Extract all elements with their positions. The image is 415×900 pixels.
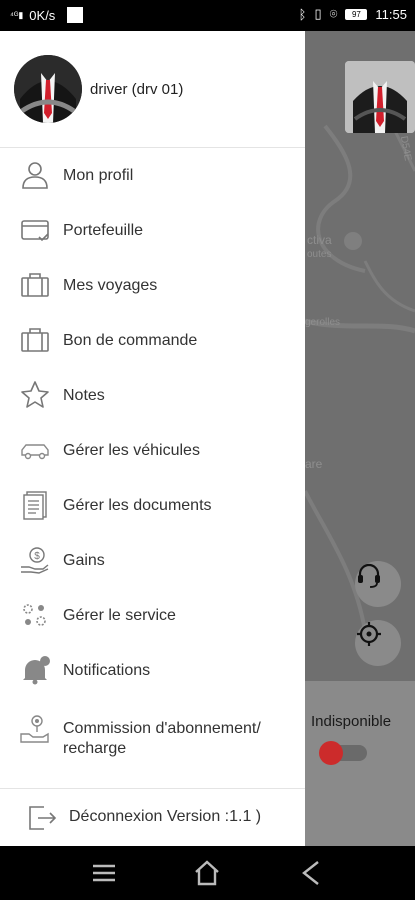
vibrate-icon: ▯ xyxy=(314,6,322,21)
menu-label: Gains xyxy=(63,552,105,569)
system-nav-bar xyxy=(0,846,415,900)
availability-label: Indisponible xyxy=(311,713,392,730)
menu-item-commission-abonnement[interactable]: Commission d'abonnement/ recharge xyxy=(0,698,305,762)
map-label: gerolles xyxy=(305,317,341,328)
service-icon xyxy=(23,604,46,626)
availability-toggle-knob[interactable] xyxy=(319,741,343,765)
svg-text:$: $ xyxy=(34,551,40,562)
menu-label: Notifications xyxy=(63,662,151,679)
location-icon: ⌾ xyxy=(329,6,338,21)
subscription-icon xyxy=(20,715,49,743)
avatar[interactable] xyxy=(14,55,82,123)
menu-label: Gérer le service xyxy=(63,607,176,624)
star-icon xyxy=(21,381,49,408)
home-icon[interactable] xyxy=(192,858,222,888)
menu-label: Commission d'abonnement/ recharge xyxy=(63,720,261,757)
menu-label: Mes voyages xyxy=(63,277,158,294)
battery-icon: 97 xyxy=(345,8,368,20)
status-bar: ⁴ᴳ▮ 0K/s ᛒ ▯ ⌾ 97 11:55 xyxy=(0,0,415,31)
menu-icon[interactable] xyxy=(89,858,119,888)
user-icon xyxy=(22,162,48,189)
battery-level: 97 xyxy=(351,9,361,19)
wallet-icon xyxy=(21,220,49,242)
logout-label: Déconnexion Version :1.1 ) xyxy=(69,808,262,825)
recenter-button[interactable] xyxy=(355,620,401,666)
map-label: ctiva xyxy=(307,233,332,247)
briefcase-icon xyxy=(21,273,49,297)
map-label: outes xyxy=(307,249,332,260)
logout-button[interactable]: Déconnexion Version :1.1 ) xyxy=(0,788,305,846)
menu-item-notes[interactable]: Notes xyxy=(0,368,305,423)
earnings-icon: $ xyxy=(21,547,49,574)
network-speed: 0K/s xyxy=(29,7,56,23)
car-icon xyxy=(21,444,49,460)
bell-icon xyxy=(23,656,50,685)
menu-label: Mon profil xyxy=(63,167,134,184)
navigation-drawer: driver (drv 01) Mon profil Portefeuille … xyxy=(0,31,305,846)
notification-icon xyxy=(67,7,84,23)
menu-item-gains[interactable]: $ Gains xyxy=(0,533,305,588)
menu-label: Bon de commande xyxy=(63,332,198,349)
availability-panel: Indisponible xyxy=(305,681,415,846)
menu-item-notifications[interactable]: Notifications xyxy=(0,643,305,698)
menu-label: Gérer les documents xyxy=(63,497,212,514)
map-view[interactable]: ctiva outes gerolles D54E are xyxy=(305,31,415,681)
bluetooth-icon: ᛒ xyxy=(298,6,307,22)
clock: 11:55 xyxy=(375,6,407,22)
menu-item-mon-profil[interactable]: Mon profil xyxy=(0,148,305,203)
menu-label: Portefeuille xyxy=(63,222,144,239)
support-button[interactable] xyxy=(355,561,401,607)
menu-item-mes-voyages[interactable]: Mes voyages xyxy=(0,258,305,313)
documents-icon xyxy=(23,491,47,520)
menu-label: Notes xyxy=(63,387,105,404)
headset-icon xyxy=(358,563,380,588)
drawer-header: driver (drv 01) xyxy=(0,31,305,148)
logout-icon xyxy=(29,806,57,830)
menu-label: Gérer les véhicules xyxy=(63,442,200,459)
back-icon[interactable] xyxy=(296,858,326,888)
signal-icon: ⁴ᴳ▮ xyxy=(10,9,24,20)
menu-item-gerer-les-documents[interactable]: Gérer les documents xyxy=(0,478,305,533)
menu-item-portefeuille[interactable]: Portefeuille xyxy=(0,203,305,258)
crosshair-icon xyxy=(357,622,381,646)
menu-item-gerer-le-service[interactable]: Gérer le service xyxy=(0,588,305,643)
briefcase-icon xyxy=(21,328,49,352)
menu-item-gerer-les-vehicules[interactable]: Gérer les véhicules xyxy=(0,423,305,478)
map-label: are xyxy=(305,457,323,471)
menu-item-bon-de-commande[interactable]: Bon de commande xyxy=(0,313,305,368)
driver-name: driver (drv 01) xyxy=(90,81,184,98)
driver-avatar-map[interactable] xyxy=(345,61,415,133)
